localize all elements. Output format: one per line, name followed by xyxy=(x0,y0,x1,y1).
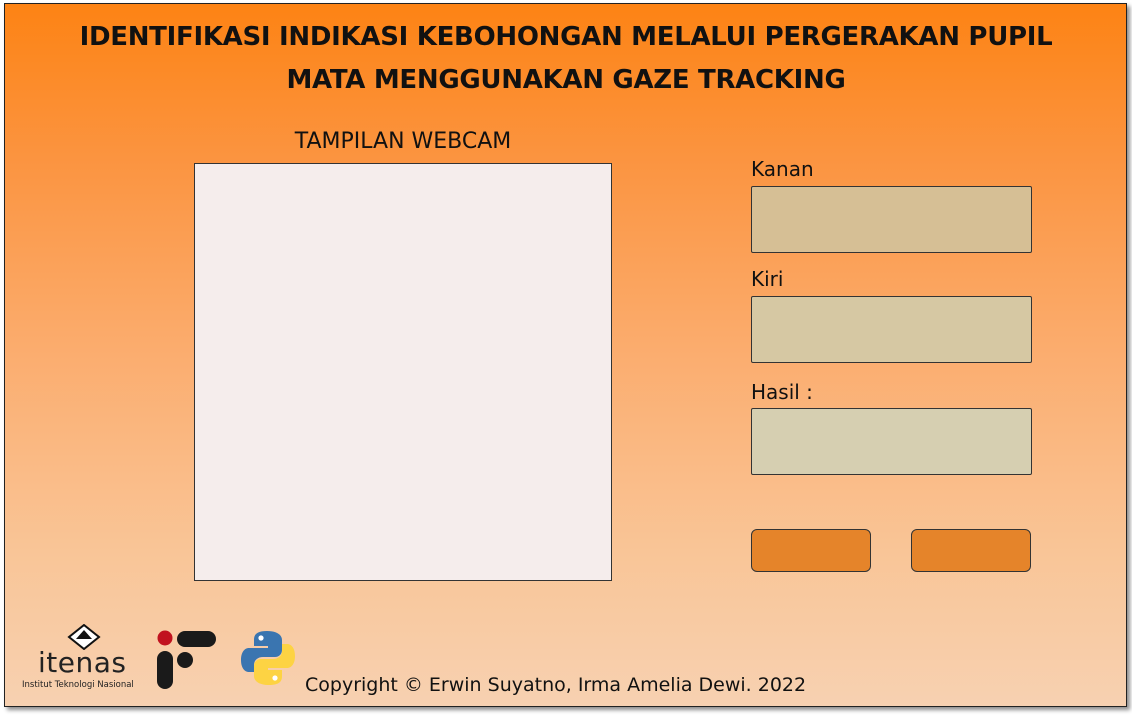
itenas-wordmark: itenas xyxy=(38,646,127,679)
hasil-label: Hasil : xyxy=(751,380,813,404)
copyright-text: Copyright © Erwin Suyatno, Irma Amelia D… xyxy=(305,674,807,696)
left-action-button[interactable] xyxy=(751,529,871,572)
kiri-label: Kiri xyxy=(751,267,784,291)
kiri-field xyxy=(751,296,1032,363)
kanan-field xyxy=(751,186,1032,253)
webcam-display xyxy=(194,163,612,581)
right-action-button[interactable] xyxy=(911,529,1031,572)
page-title-line-2: MATA MENGGUNAKAN GAZE TRACKING xyxy=(286,65,846,95)
itenas-logo: itenas Institut Teknologi Nasional xyxy=(22,624,150,692)
informatika-logo-icon xyxy=(157,630,216,689)
page-title: IDENTIFIKASI INDIKASI KEBOHONGAN MELALUI… xyxy=(0,16,1132,102)
page-title-line-1: IDENTIFIKASI INDIKASI KEBOHONGAN MELALUI… xyxy=(79,22,1053,52)
kanan-label: Kanan xyxy=(751,157,814,181)
itenas-subtitle: Institut Teknologi Nasional xyxy=(22,680,134,690)
webcam-label: TAMPILAN WEBCAM xyxy=(294,129,512,154)
hasil-field xyxy=(751,408,1032,475)
python-logo-icon xyxy=(241,631,295,685)
